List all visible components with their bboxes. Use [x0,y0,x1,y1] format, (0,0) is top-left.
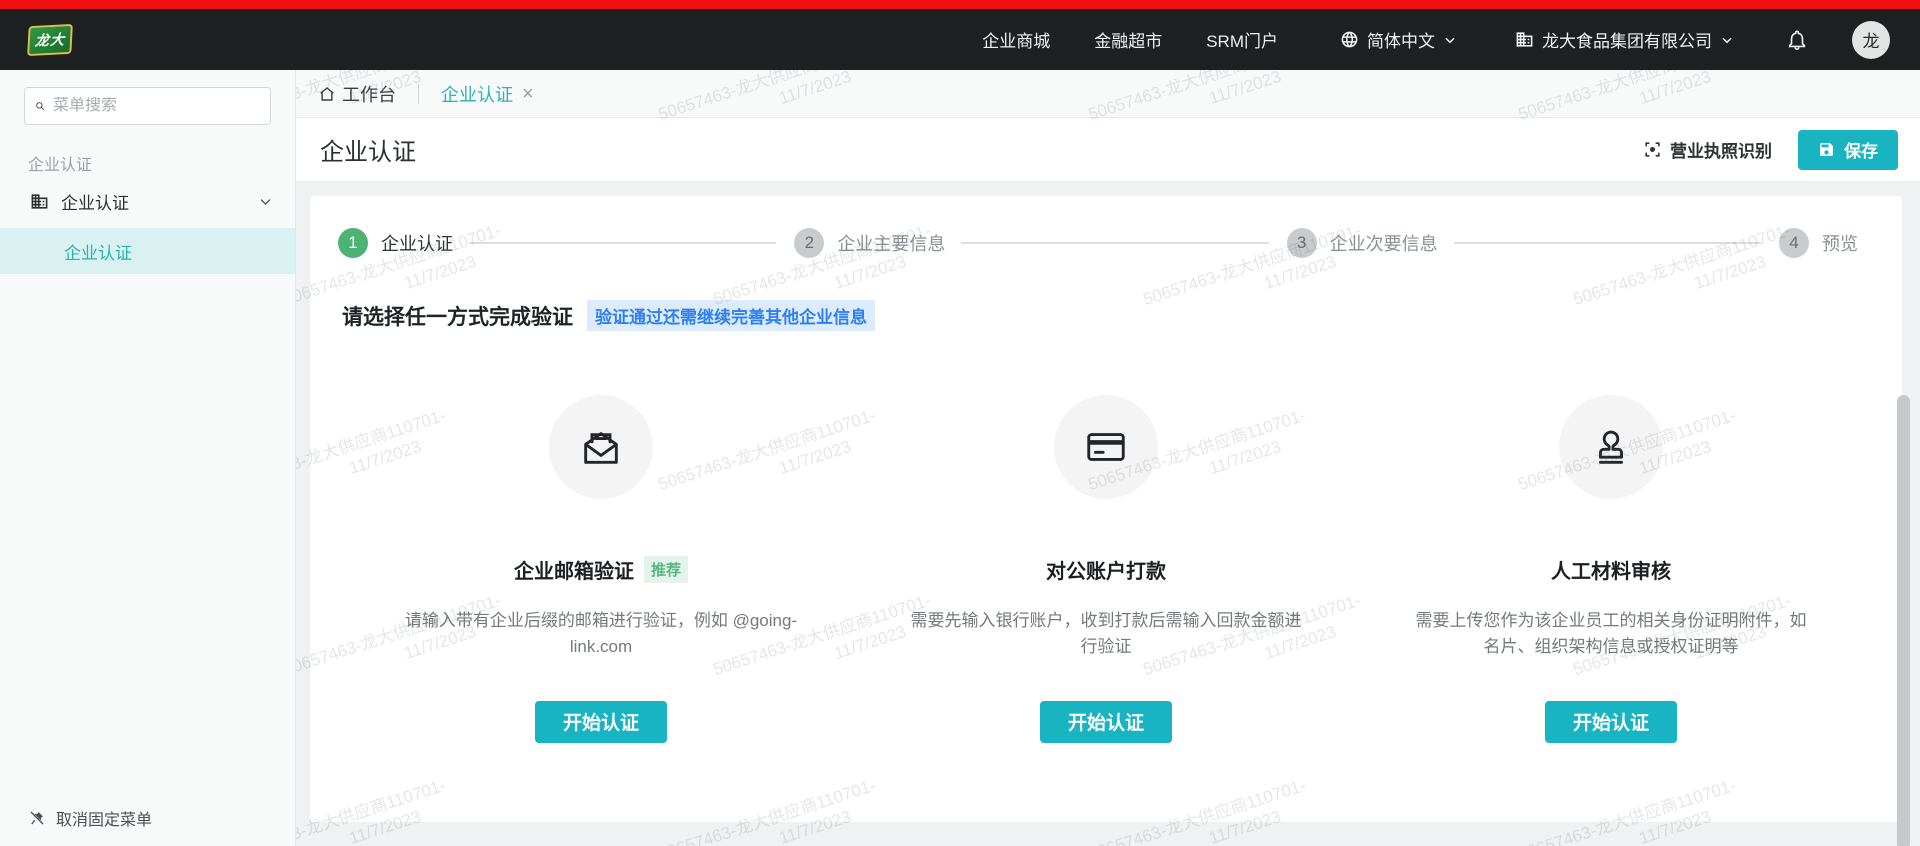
logo-text: 龙大 [34,29,65,51]
step-1-label: 企业认证 [381,230,453,256]
notifications-bell-icon[interactable] [1786,29,1808,51]
method-icon-circle [549,395,653,499]
method-title: 企业邮箱验证 [514,555,634,584]
verify-heading-title: 请选择任一方式完成验证 [342,301,573,331]
sidebar-item-enterprise-cert[interactable]: 企业认证 [0,175,295,228]
home-icon [318,85,336,103]
start-cert-button-manual[interactable]: 开始认证 [1545,701,1677,743]
save-button[interactable]: 保存 [1798,130,1898,170]
page-title: 企业认证 [320,132,416,167]
page-header: 企业认证 营业执照识别 保存 [296,118,1920,181]
start-cert-button-email[interactable]: 开始认证 [535,701,667,743]
menu-search-input[interactable] [53,97,260,115]
step-2-label: 企业主要信息 [837,230,945,256]
step-4-preview: 4 预览 [1779,228,1874,258]
business-license-ocr-button[interactable]: 营业执照识别 [1643,137,1772,162]
unpin-menu-label: 取消固定菜单 [56,806,152,830]
step-4-label: 预览 [1822,230,1858,256]
method-title: 对公账户打款 [1046,555,1166,584]
company-selector[interactable]: 龙大食品集团有限公司 [1515,27,1734,52]
menu-search-box[interactable] [24,87,271,125]
globe-icon [1340,30,1359,49]
language-selector[interactable]: 简体中文 [1340,27,1457,52]
tab-close-icon[interactable]: × [522,84,534,104]
tab-enterprise-cert[interactable]: 企业认证 × [441,81,534,107]
verification-methods: 企业邮箱验证 推荐 请输入带有企业后缀的邮箱进行验证，例如 @going-lin… [336,395,1876,743]
step-4-number: 4 [1779,228,1809,258]
business-license-ocr-label: 营业执照识别 [1670,137,1772,162]
method-description: 请输入带有企业后缀的邮箱进行验证，例如 @going-link.com [401,608,801,661]
pin-slash-icon [28,809,46,827]
method-title: 人工材料审核 [1551,555,1671,584]
save-button-label: 保存 [1844,137,1878,162]
avatar-text: 龙 [1863,27,1880,52]
chevron-down-icon [1443,33,1457,47]
verify-heading-note: 验证通过还需继续完善其他企业信息 [587,300,875,331]
sidebar-item-label: 企业认证 [61,189,129,214]
method-email-verification: 企业邮箱验证 推荐 请输入带有企业后缀的邮箱进行验证，例如 @going-lin… [361,395,841,743]
method-description: 需要先输入银行账户，收到打款后需输入回款金额进行验证 [906,608,1306,661]
top-red-strip [0,0,1920,9]
tab-strip: 工作台 企业认证 × [296,70,1920,118]
step-connector [1454,242,1761,244]
method-icon-circle [1054,395,1158,499]
stepper: 1 企业认证 2 企业主要信息 3 企业次要信息 4 [338,228,1874,258]
sidebar-group-label: 企业认证 [28,151,295,175]
step-connector [961,242,1268,244]
step-3-label: 企业次要信息 [1330,230,1438,256]
step-1-enterprise-cert: 1 企业认证 [338,228,469,258]
method-icon-circle [1559,395,1663,499]
company-name-label: 龙大食品集团有限公司 [1542,27,1712,52]
vertical-scrollbar[interactable] [1897,395,1910,846]
bell-icon [1786,29,1808,51]
nav-link-finance-market[interactable]: 金融超市 [1094,27,1162,52]
step-3-secondary-info: 3 企业次要信息 [1287,228,1454,258]
open-mail-icon [578,424,624,470]
method-description: 需要上传您作为该企业员工的相关身份证明附件，如名片、组织架构信息或授权证明等 [1411,608,1811,661]
verify-heading: 请选择任一方式完成验证 验证通过还需继续完善其他企业信息 [342,300,1876,331]
company-logo[interactable]: 龙大 [27,23,73,55]
chevron-down-icon [258,194,273,209]
nav-link-enterprise-mall[interactable]: 企业商城 [982,27,1050,52]
nav-link-srm-portal[interactable]: SRM门户 [1206,27,1278,52]
user-avatar[interactable]: 龙 [1852,21,1890,59]
method-manual-review: 人工材料审核 需要上传您作为该企业员工的相关身份证明附件，如名片、组织架构信息或… [1371,395,1851,743]
top-navbar: 龙大 企业商城 金融超市 SRM门户 简体中文 龙大食品集团有限公司 龙 [0,9,1920,70]
tab-divider [418,84,419,104]
language-label: 简体中文 [1367,27,1435,52]
step-2-main-info: 2 企业主要信息 [794,228,961,258]
sidebar-subitem-enterprise-cert[interactable]: 企业认证 [0,228,295,274]
step-1-number: 1 [338,228,368,258]
step-2-number: 2 [794,228,824,258]
step-connector [469,242,776,244]
building-icon [30,192,49,211]
stamp-icon [1588,424,1634,470]
unpin-menu-button[interactable]: 取消固定菜单 [28,806,152,830]
method-bank-transfer: 对公账户打款 需要先输入银行账户，收到打款后需输入回款金额进行验证 开始认证 [866,395,1346,743]
chevron-down-icon [1720,33,1734,47]
content-card: 1 企业认证 2 企业主要信息 3 企业次要信息 4 [310,196,1902,822]
step-3-number: 3 [1287,228,1317,258]
scan-icon [1643,140,1662,159]
start-cert-button-bank[interactable]: 开始认证 [1040,701,1172,743]
tab-workbench-label: 工作台 [342,81,396,107]
tab-workbench[interactable]: 工作台 [318,81,396,107]
content-wrap: 1 企业认证 2 企业主要信息 3 企业次要信息 4 [296,181,1920,846]
search-icon [35,97,45,115]
sidebar: 企业认证 企业认证 企业认证 取消固定菜单 [0,70,296,846]
sidebar-subitem-label: 企业认证 [64,239,132,264]
recommended-badge: 推荐 [644,556,688,583]
tab-enterprise-cert-label: 企业认证 [441,81,513,107]
save-icon [1818,141,1835,158]
main-area: 工作台 企业认证 × 企业认证 营业执照识别 保存 [296,70,1920,846]
building-icon [1515,30,1534,49]
bank-card-icon [1083,424,1129,470]
